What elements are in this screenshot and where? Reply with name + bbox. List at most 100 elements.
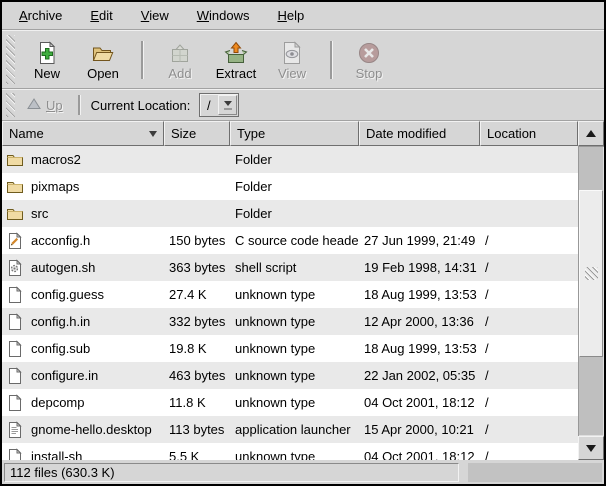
up-button[interactable]: Up bbox=[20, 95, 70, 116]
location-bar-separator bbox=[78, 95, 81, 115]
document-icon bbox=[6, 367, 24, 385]
file-date: 19 Feb 1998, 14:31 bbox=[359, 260, 480, 275]
current-location-label: Current Location: bbox=[91, 98, 191, 113]
shell-script-icon bbox=[6, 259, 24, 277]
file-type: unknown type bbox=[230, 395, 359, 410]
file-name: acconfig.h bbox=[31, 233, 90, 248]
menu-view-accel: V bbox=[141, 8, 149, 23]
toolbar: New Open Add bbox=[2, 30, 604, 89]
menu-windows-label: indows bbox=[209, 8, 249, 23]
table-row[interactable]: src Folder bbox=[2, 200, 578, 227]
menu-archive-accel: A bbox=[19, 8, 28, 23]
column-header-type[interactable]: Type bbox=[230, 121, 359, 146]
file-type: Folder bbox=[230, 206, 359, 221]
file-type: Folder bbox=[230, 179, 359, 194]
file-type: unknown type bbox=[230, 341, 359, 356]
combobox-dropdown-button[interactable] bbox=[218, 95, 237, 115]
menu-windows[interactable]: Windows bbox=[186, 4, 261, 27]
file-size: 19.8 K bbox=[164, 341, 230, 356]
table-row[interactable]: autogen.sh 363 bytes shell script 19 Feb… bbox=[2, 254, 578, 281]
current-location-combobox[interactable]: / bbox=[199, 93, 239, 117]
table-row[interactable]: macros2 Folder bbox=[2, 146, 578, 173]
file-size: 332 bytes bbox=[164, 314, 230, 329]
document-icon bbox=[6, 394, 24, 412]
view-button[interactable]: View bbox=[265, 35, 319, 85]
scroll-down-icon bbox=[586, 445, 596, 452]
c-source-icon bbox=[6, 232, 24, 250]
file-rows: macros2 Folder pixmaps Folder src F bbox=[2, 146, 578, 460]
table-row[interactable]: config.guess 27.4 K unknown type 18 Aug … bbox=[2, 281, 578, 308]
file-type: unknown type bbox=[230, 314, 359, 329]
menu-edit-accel: E bbox=[90, 8, 99, 23]
launcher-icon bbox=[6, 421, 24, 439]
combobox-indicator-dash bbox=[224, 108, 232, 110]
table-row[interactable]: acconfig.h 150 bytes C source code heade… bbox=[2, 227, 578, 254]
file-name: config.sub bbox=[31, 341, 90, 356]
table-row[interactable]: configure.in 463 bytes unknown type 22 J… bbox=[2, 362, 578, 389]
file-type: shell script bbox=[230, 260, 359, 275]
extract-button[interactable]: Extract bbox=[209, 35, 263, 85]
add-button[interactable]: Add bbox=[153, 35, 207, 85]
file-type: application launcher bbox=[230, 422, 359, 437]
file-location: / bbox=[480, 368, 578, 383]
file-location: / bbox=[480, 395, 578, 410]
file-location: / bbox=[480, 287, 578, 302]
extract-icon bbox=[224, 39, 248, 65]
toolbar-separator bbox=[330, 41, 333, 79]
add-button-label: Add bbox=[168, 66, 191, 81]
current-location-value: / bbox=[200, 94, 217, 116]
table-row[interactable]: gnome-hello.desktop 113 bytes applicatio… bbox=[2, 416, 578, 443]
menu-help-accel: H bbox=[277, 8, 286, 23]
menu-edit[interactable]: Edit bbox=[79, 4, 123, 27]
open-archive-icon bbox=[91, 39, 115, 65]
new-button[interactable]: New bbox=[20, 35, 74, 85]
file-type: unknown type bbox=[230, 368, 359, 383]
toolbar-drag-handle[interactable] bbox=[6, 35, 15, 84]
menu-view-label: iew bbox=[149, 8, 169, 23]
file-date: 18 Aug 1999, 13:53 bbox=[359, 287, 480, 302]
column-header-location[interactable]: Location bbox=[480, 121, 578, 146]
file-name: install-sh bbox=[31, 449, 82, 460]
file-name: src bbox=[31, 206, 48, 221]
file-type: C source code header bbox=[230, 233, 359, 248]
file-size: 11.8 K bbox=[164, 395, 230, 410]
chevron-down-icon bbox=[224, 101, 232, 106]
scroll-up-icon bbox=[586, 130, 596, 137]
status-message-frame: 112 files (630.3 K) bbox=[4, 463, 459, 482]
view-file-icon bbox=[280, 39, 304, 65]
menu-view[interactable]: View bbox=[130, 4, 180, 27]
file-name: config.h.in bbox=[31, 314, 90, 329]
document-icon bbox=[6, 448, 24, 461]
stop-button[interactable]: Stop bbox=[342, 35, 396, 85]
toolbar-separator bbox=[141, 41, 144, 79]
column-header-row: Name Size Type Date modified Location bbox=[2, 121, 578, 146]
location-bar-drag-handle[interactable] bbox=[6, 93, 15, 117]
table-row[interactable]: depcomp 11.8 K unknown type 04 Oct 2001,… bbox=[2, 389, 578, 416]
up-arrow-icon bbox=[27, 98, 41, 113]
menu-windows-accel: W bbox=[197, 8, 209, 23]
scrollbar-thumb[interactable] bbox=[579, 190, 603, 357]
file-name: pixmaps bbox=[31, 179, 79, 194]
document-icon bbox=[6, 313, 24, 331]
column-header-size-label: Size bbox=[171, 126, 196, 141]
menu-bar: Archive Edit View Windows Help bbox=[2, 2, 604, 30]
scrollbar-up-button[interactable] bbox=[578, 121, 604, 146]
column-header-name[interactable]: Name bbox=[2, 121, 164, 146]
menu-help[interactable]: Help bbox=[266, 4, 315, 27]
table-row[interactable]: config.h.in 332 bytes unknown type 12 Ap… bbox=[2, 308, 578, 335]
file-size: 113 bytes bbox=[164, 422, 230, 437]
file-location: / bbox=[480, 260, 578, 275]
menu-archive[interactable]: Archive bbox=[8, 4, 73, 27]
column-header-size[interactable]: Size bbox=[164, 121, 230, 146]
open-button[interactable]: Open bbox=[76, 35, 130, 85]
scrollbar-trough[interactable] bbox=[578, 146, 604, 436]
table-row[interactable]: pixmaps Folder bbox=[2, 173, 578, 200]
table-row[interactable]: config.sub 19.8 K unknown type 18 Aug 19… bbox=[2, 335, 578, 362]
table-row[interactable]: install-sh 5.5 K unknown type 04 Oct 200… bbox=[2, 443, 578, 460]
scrollbar-down-button[interactable] bbox=[578, 436, 604, 460]
status-progress-area bbox=[468, 463, 602, 482]
file-name: depcomp bbox=[31, 395, 84, 410]
up-button-label: Up bbox=[46, 98, 63, 113]
menu-archive-label: rchive bbox=[28, 8, 63, 23]
column-header-date-modified[interactable]: Date modified bbox=[359, 121, 480, 146]
